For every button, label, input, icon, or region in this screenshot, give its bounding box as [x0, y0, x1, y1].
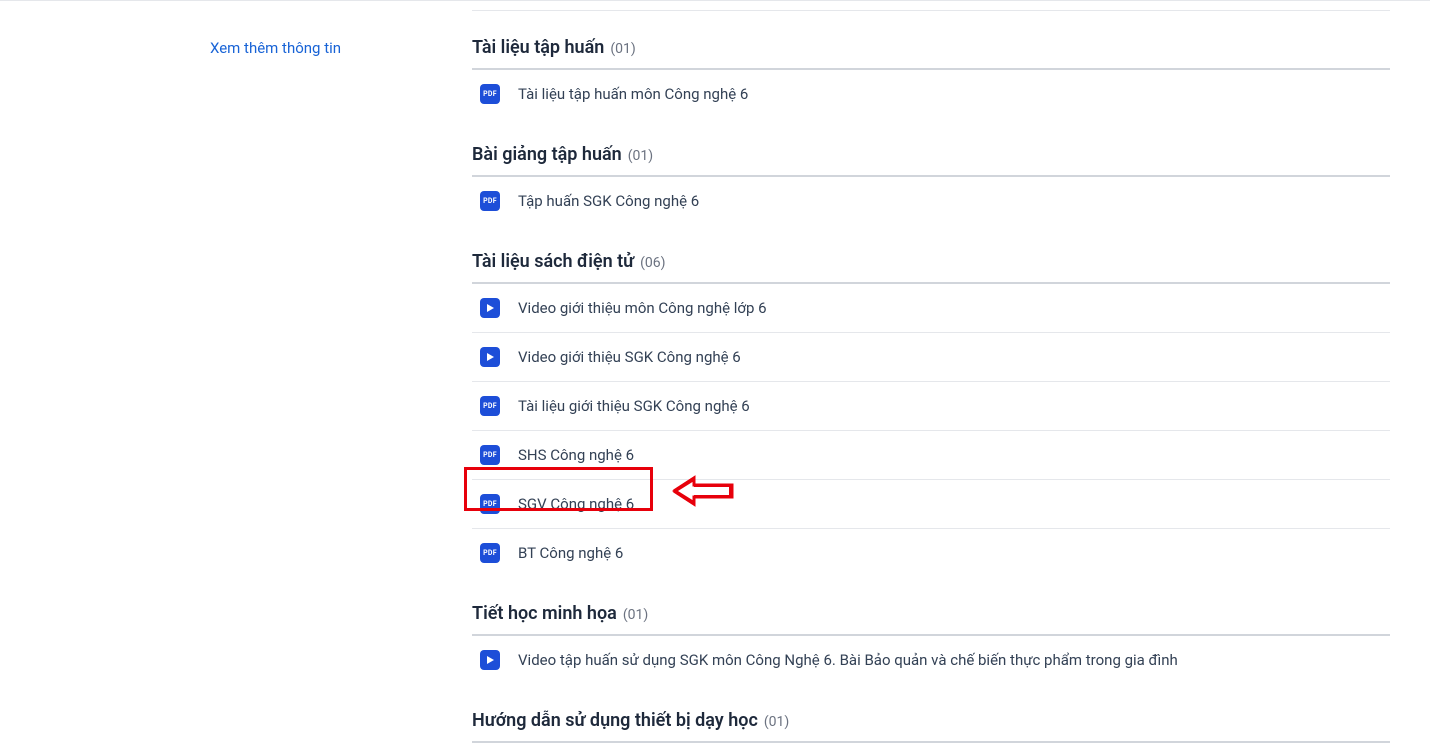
list-item[interactable]: PDF Tập huấn SGK Công nghệ 6 — [472, 177, 1390, 225]
list-item[interactable]: PDF Tài liệu tập huấn môn Công nghệ 6 — [472, 70, 1390, 118]
item-label: SHS Công nghệ 6 — [518, 446, 634, 464]
list-item[interactable]: PDF BT Công nghệ 6 — [472, 529, 1390, 577]
section-count: (01) — [764, 714, 789, 730]
section-header: Tài liệu sách điện tử (06) — [472, 251, 1390, 284]
list-item[interactable]: PDF SHS Công nghệ 6 — [472, 431, 1390, 480]
list-item[interactable]: Video giới thiệu SGK Công nghệ 6 — [472, 333, 1390, 382]
section-title: Tài liệu sách điện tử — [472, 251, 634, 272]
video-icon — [480, 650, 500, 670]
section-title: Hướng dẫn sử dụng thiết bị dạy học — [472, 710, 758, 731]
list-item[interactable]: Video giới thiệu môn Công nghệ lớp 6 — [472, 284, 1390, 333]
section-tiet-hoc-minh-hoa: Tiết học minh họa (01) Video tập huấn sử… — [472, 603, 1390, 684]
item-label: BT Công nghệ 6 — [518, 544, 623, 562]
page-container: Xem thêm thông tin Tài liệu tập huấn (01… — [0, 1, 1430, 743]
section-tai-lieu-sach-dien-tu: Tài liệu sách điện tử (06) Video giới th… — [472, 251, 1390, 577]
main-content: Tài liệu tập huấn (01) PDF Tài liệu tập … — [462, 5, 1430, 743]
item-label: Video giới thiệu SGK Công nghệ 6 — [518, 348, 741, 366]
item-label: Tài liệu tập huấn môn Công nghệ 6 — [518, 85, 748, 103]
sidebar: Xem thêm thông tin — [0, 5, 462, 743]
section-title: Bài giảng tập huấn — [472, 144, 622, 165]
pdf-icon: PDF — [480, 191, 500, 211]
pdf-icon: PDF — [480, 543, 500, 563]
pdf-icon: PDF — [480, 84, 500, 104]
item-label: Video tập huấn sử dụng SGK môn Công Nghệ… — [518, 651, 1178, 669]
section-title: Tiết học minh họa — [472, 603, 617, 624]
pdf-icon: PDF — [480, 445, 500, 465]
section-title: Tài liệu tập huấn — [472, 37, 604, 58]
list-item-highlighted[interactable]: PDF SGV Công nghệ 6 — [472, 480, 1390, 529]
item-label: SGV Công nghệ 6 — [518, 495, 634, 513]
item-label: Tài liệu giới thiệu SGK Công nghệ 6 — [518, 397, 750, 415]
more-info-link[interactable]: Xem thêm thông tin — [0, 39, 462, 57]
section-header: Tài liệu tập huấn (01) — [472, 37, 1390, 70]
video-icon — [480, 298, 500, 318]
section-bai-giang-tap-huan: Bài giảng tập huấn (01) PDF Tập huấn SGK… — [472, 144, 1390, 225]
item-list: Video giới thiệu môn Công nghệ lớp 6 Vid… — [472, 284, 1390, 577]
item-list: PDF Tài liệu tập huấn môn Công nghệ 6 — [472, 70, 1390, 118]
section-count: (06) — [640, 255, 665, 271]
section-header: Tiết học minh họa (01) — [472, 603, 1390, 636]
section-tai-lieu-tap-huan: Tài liệu tập huấn (01) PDF Tài liệu tập … — [472, 37, 1390, 118]
section-header: Hướng dẫn sử dụng thiết bị dạy học (01) — [472, 710, 1390, 743]
video-icon — [480, 347, 500, 367]
section-huong-dan-thiet-bi: Hướng dẫn sử dụng thiết bị dạy học (01) — [472, 710, 1390, 743]
list-item[interactable]: Video tập huấn sử dụng SGK môn Công Nghệ… — [472, 636, 1390, 684]
section-count: (01) — [623, 607, 648, 623]
pdf-icon: PDF — [480, 494, 500, 514]
item-label: Video giới thiệu môn Công nghệ lớp 6 — [518, 299, 767, 317]
section-count: (01) — [628, 148, 653, 164]
cutoff-section — [472, 5, 1390, 11]
section-count: (01) — [610, 41, 635, 57]
pdf-icon: PDF — [480, 396, 500, 416]
list-item[interactable]: PDF Tài liệu giới thiệu SGK Công nghệ 6 — [472, 382, 1390, 431]
item-label: Tập huấn SGK Công nghệ 6 — [518, 192, 699, 210]
item-list: PDF Tập huấn SGK Công nghệ 6 — [472, 177, 1390, 225]
section-header: Bài giảng tập huấn (01) — [472, 144, 1390, 177]
item-list: Video tập huấn sử dụng SGK môn Công Nghệ… — [472, 636, 1390, 684]
